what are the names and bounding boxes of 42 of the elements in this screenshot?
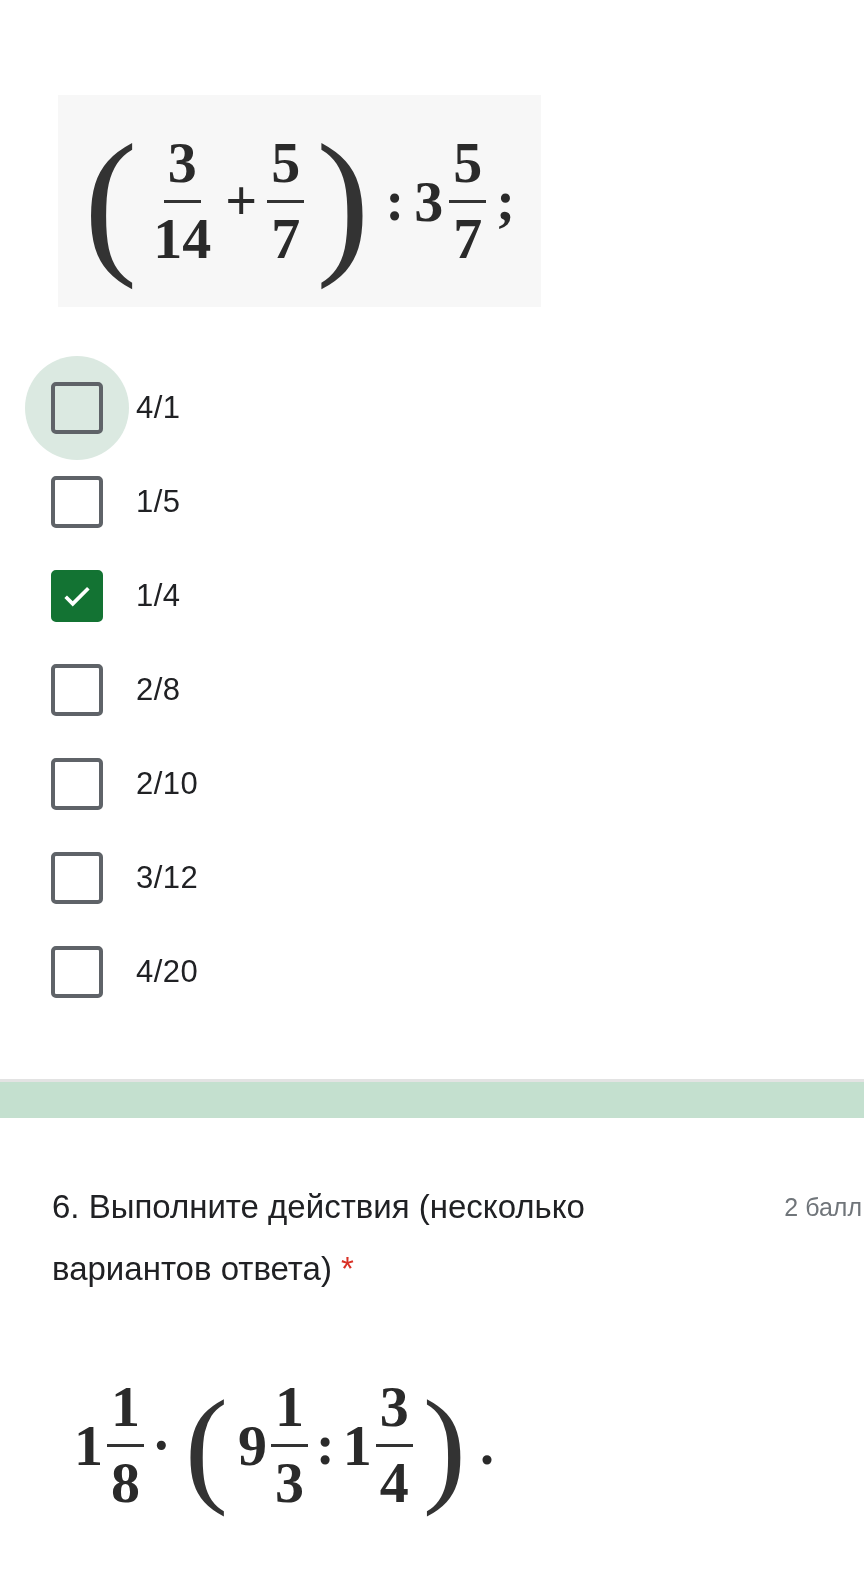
denominator: 8 — [110, 1448, 141, 1514]
denominator: 4 — [378, 1448, 410, 1514]
math-operator: ; — [495, 169, 516, 233]
checkbox[interactable] — [51, 852, 103, 904]
option-label[interactable]: 3/12 — [136, 860, 199, 896]
option-label[interactable]: 1/4 — [136, 578, 181, 614]
option-label[interactable]: 4/20 — [136, 954, 199, 990]
math-operator: + — [224, 169, 259, 233]
numerator: 1 — [107, 1376, 144, 1447]
numerator: 1 — [271, 1376, 308, 1447]
parenthesis: ) — [315, 111, 371, 292]
numerator: 5 — [449, 132, 487, 203]
checkbox[interactable] — [51, 946, 103, 998]
option-label[interactable]: 2/10 — [136, 766, 199, 802]
parenthesis: ) — [421, 1372, 467, 1519]
numerator: 3 — [163, 132, 201, 203]
checkbox[interactable] — [51, 382, 103, 434]
whole-number: 1 — [342, 1411, 372, 1479]
question-title: 6. Выполните действия (несколько вариантов ответа) * — [52, 1187, 586, 1289]
whole-number: 1 — [74, 1411, 103, 1479]
parenthesis: ( — [183, 1372, 229, 1519]
option-label[interactable]: 4/1 — [136, 390, 181, 426]
points-label: 2 балл — [784, 1193, 863, 1222]
denominator: 7 — [270, 204, 302, 270]
denominator: 3 — [274, 1448, 305, 1514]
math-operator: : — [384, 169, 406, 233]
denominator: 14 — [152, 204, 213, 270]
denominator: 7 — [452, 204, 484, 270]
checkbox[interactable] — [51, 758, 103, 810]
whole-number: 3 — [414, 167, 444, 235]
numerator: 5 — [267, 132, 305, 203]
numerator: 3 — [375, 1376, 413, 1447]
option-label[interactable]: 1/5 — [136, 484, 181, 520]
math-operator: . — [478, 1413, 495, 1478]
math-operator: · — [151, 1413, 172, 1478]
checkbox[interactable] — [51, 476, 103, 528]
checkbox[interactable] — [51, 664, 103, 716]
option-label[interactable]: 2/8 — [136, 672, 181, 708]
math-operator: : — [315, 1413, 336, 1478]
whole-number: 9 — [238, 1411, 267, 1479]
parenthesis: ( — [83, 111, 139, 292]
checkbox[interactable] — [51, 570, 103, 622]
